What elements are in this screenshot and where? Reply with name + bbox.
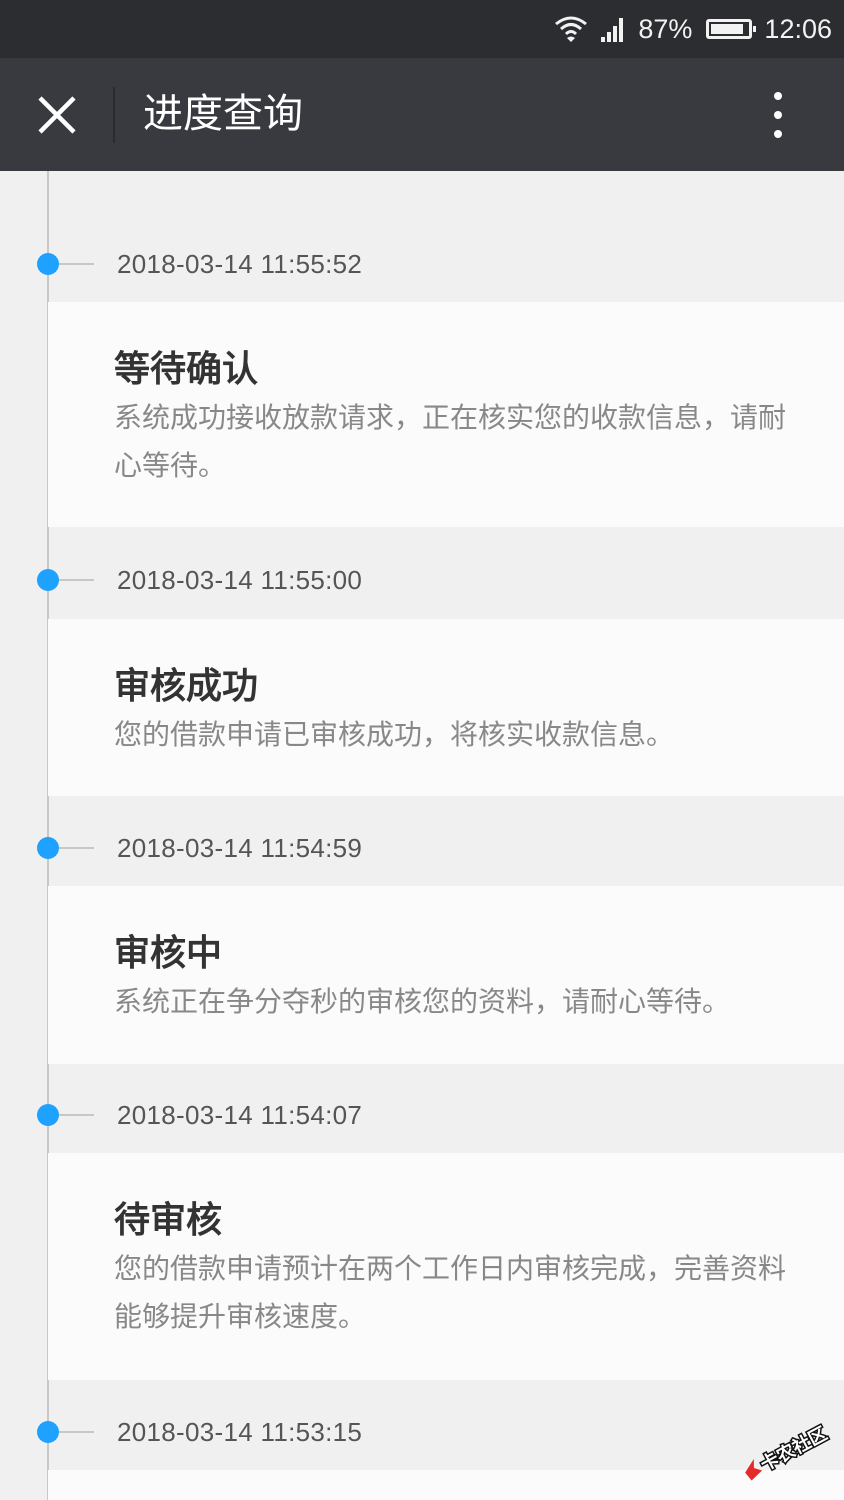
close-icon [38,96,76,134]
timeline-title: 等待确认 [114,349,259,390]
timeline-dot [37,1104,59,1126]
more-dot [774,111,782,119]
battery-percentage: 87% [638,13,693,44]
timeline-connector [59,1431,94,1433]
timeline-title: 待审核 [114,1200,223,1241]
timeline-connector [59,1114,94,1116]
status-bar: 87% 12:06 [0,0,844,58]
battery-icon [706,19,757,39]
more-button[interactable] [752,88,804,142]
watermark-logo: 卡农社区 [745,1422,832,1481]
signal-icon [601,18,624,42]
timeline-dot [37,1421,59,1443]
timeline-time: 2018-03-14 11:55:52 [117,249,363,279]
timeline-title: 审核中 [114,933,223,974]
battery-fill [711,24,743,34]
timeline-time: 2018-03-14 11:54:59 [117,833,363,863]
timeline-time: 2018-03-14 11:55:00 [117,565,363,595]
page-title: 进度查询 [143,91,303,137]
timeline-connector [59,579,94,581]
timeline-card[interactable]: 审核中 系统正在争分夺秒的审核您的资料，请耐心等待。 [48,886,844,1064]
timeline-dot [37,253,59,275]
timeline-dot [37,569,59,591]
timeline-dot [37,837,59,859]
timeline-desc: 您的借款申请已审核成功，将核实收款信息。 [114,718,675,751]
close-button[interactable] [20,78,94,152]
timeline-time: 2018-03-14 11:54:07 [117,1100,363,1130]
timeline-desc: 您的借款申请预计在两个工作日内审核完成，完善资料能够提升审核速度。 [114,1252,787,1333]
timeline-desc: 系统正在争分夺秒的审核您的资料，请耐心等待。 [114,985,731,1018]
watermark-text: 卡农社区 [757,1422,831,1475]
timeline-desc: 系统成功接收放款请求，正在核实您的收款信息，请耐心等待。 [114,401,787,482]
status-indicators: 87% 12:06 [554,0,832,58]
timeline-time: 2018-03-14 11:53:15 [117,1417,363,1447]
timeline-connector [59,847,94,849]
more-dot [774,130,782,138]
timeline-card[interactable]: 待审核 您的借款申请预计在两个工作日内审核完成，完善资料能够提升审核速度。 [48,1153,844,1380]
timeline-card[interactable]: 等待确认 系统成功接收放款请求，正在核实您的收款信息，请耐心等待。 [48,302,844,527]
nav-divider [113,87,115,143]
nav-bar: 进度查询 [0,58,844,171]
more-vertical-icon [774,92,782,100]
timeline-title: 审核成功 [114,666,259,707]
timeline-connector [59,263,94,265]
wifi-icon [555,16,588,42]
timeline-card[interactable] [48,1470,844,1500]
clock: 12:06 [764,13,832,44]
timeline-card[interactable]: 审核成功 您的借款申请已审核成功，将核实收款信息。 [48,619,844,796]
